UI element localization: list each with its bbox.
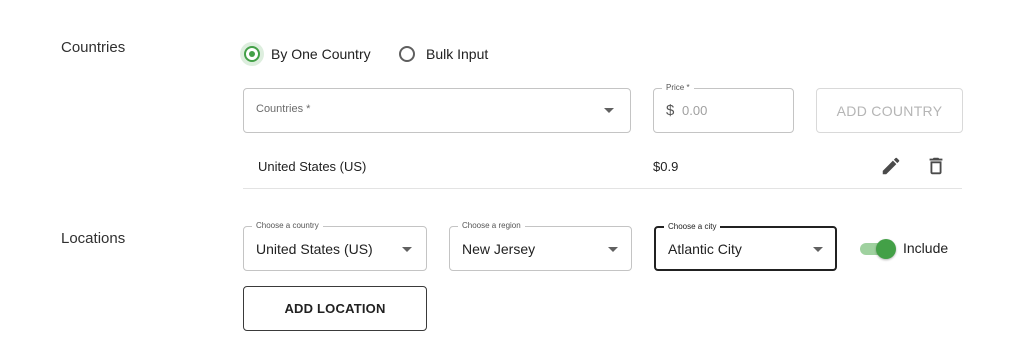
chevron-down-icon [608, 247, 618, 252]
radio-checked-icon [244, 46, 260, 62]
include-toggle[interactable] [858, 239, 896, 259]
choose-city-label: Choose a city [664, 222, 721, 232]
choose-country-label: Choose a country [252, 221, 323, 231]
chevron-down-icon [604, 108, 614, 113]
radio-bulk-input[interactable]: Bulk Input [399, 43, 488, 65]
locations-section-label: Locations [61, 230, 126, 247]
radio-unchecked-icon [399, 46, 415, 62]
currency-symbol: $ [666, 102, 675, 119]
choose-region-value: New Jersey [462, 241, 536, 257]
radio-by-one-country[interactable]: By One Country [240, 42, 371, 66]
chevron-down-icon [402, 247, 412, 252]
add-location-button[interactable]: ADD LOCATION [243, 286, 427, 331]
country-row-price: $0.9 [653, 159, 679, 174]
price-field-label: Price * [662, 83, 694, 93]
trash-icon[interactable] [925, 155, 947, 177]
price-placeholder: 0.00 [682, 103, 708, 118]
pencil-icon[interactable] [880, 155, 902, 177]
choose-region-label: Choose a region [458, 221, 525, 231]
choose-region-select[interactable]: Choose a region New Jersey [449, 221, 632, 271]
row-divider [243, 188, 962, 189]
price-field[interactable]: Price * $ 0.00 [653, 83, 794, 133]
countries-select[interactable]: Countries * [243, 88, 631, 133]
country-row-name: United States (US) [258, 159, 367, 174]
include-toggle-label: Include [903, 240, 949, 256]
add-country-button[interactable]: ADD COUNTRY [816, 88, 963, 133]
radio-label: Bulk Input [426, 46, 489, 62]
choose-city-select[interactable]: Choose a city Atlantic City [654, 222, 837, 271]
choose-city-value: Atlantic City [668, 241, 742, 257]
toggle-thumb [876, 239, 896, 259]
countries-section-label: Countries [61, 39, 126, 56]
choose-country-select[interactable]: Choose a country United States (US) [243, 221, 427, 271]
chevron-down-icon [813, 247, 823, 252]
radio-label: By One Country [271, 46, 371, 62]
choose-country-value: United States (US) [256, 241, 373, 257]
countries-select-placeholder: Countries * [256, 103, 311, 115]
